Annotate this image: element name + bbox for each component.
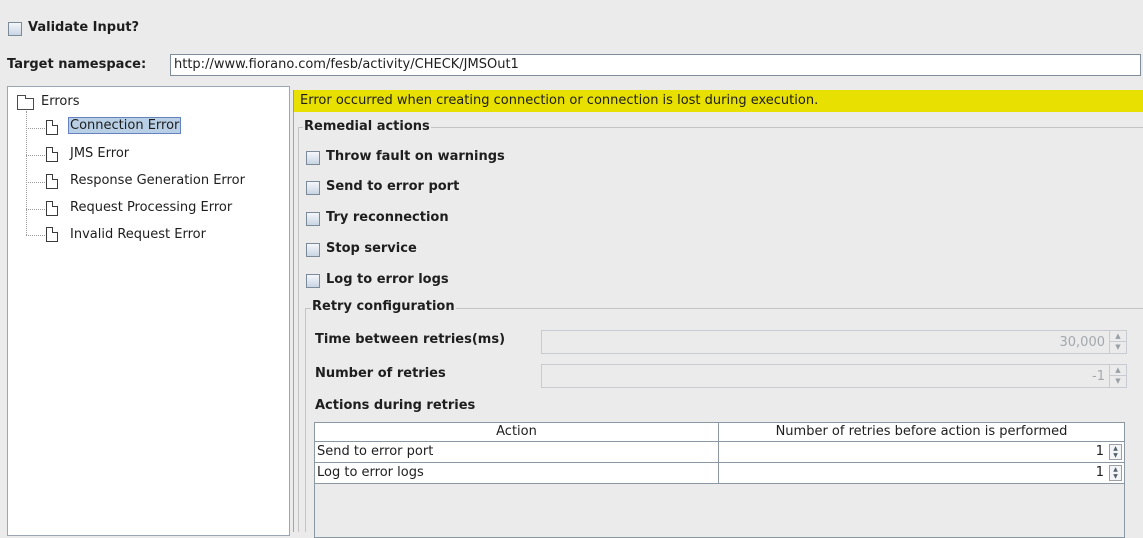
checkbox-icon[interactable] — [306, 181, 320, 195]
time-between-retries-value: 30,000 — [1059, 335, 1106, 350]
spin-down-button[interactable]: ▼ — [1110, 342, 1126, 353]
number-of-retries-spinner[interactable]: -1 ▲ ▼ — [541, 364, 1127, 388]
document-icon — [46, 120, 58, 135]
table-row[interactable]: Send to error port 1 ▲ ▼ — [315, 442, 1124, 463]
spinner-arrows-icon[interactable]: ▲ ▼ — [1109, 331, 1126, 353]
spin-up-button[interactable]: ▲ — [1110, 466, 1121, 473]
try-reconnection-label: Try reconnection — [326, 210, 449, 225]
cell-retries[interactable]: 1 ▲ ▼ — [719, 463, 1124, 484]
error-tree: Errors Connection Error JMS Error Respon… — [7, 86, 290, 536]
checkbox-icon[interactable] — [306, 212, 320, 226]
cell-action[interactable]: Log to error logs — [315, 463, 719, 484]
document-icon — [46, 147, 58, 162]
error-description-banner: Error occurred when creating connection … — [293, 90, 1143, 112]
group-border — [305, 308, 306, 532]
spin-up-button[interactable]: ▲ — [1110, 331, 1126, 342]
tree-connector — [26, 155, 45, 156]
spin-down-button[interactable]: ▼ — [1110, 452, 1121, 459]
number-of-retries-value: -1 — [1092, 369, 1105, 384]
document-icon — [46, 227, 58, 242]
spin-up-button[interactable]: ▲ — [1110, 365, 1126, 376]
actions-during-retries-title: Actions during retries — [315, 398, 476, 413]
checkbox-icon[interactable] — [306, 274, 320, 288]
tree-item-jms-error[interactable]: JMS Error — [68, 145, 131, 162]
cell-retries-value: 1 — [1095, 465, 1104, 480]
column-header-action[interactable]: Action — [315, 423, 719, 442]
cell-action[interactable]: Send to error port — [315, 442, 719, 463]
log-to-error-logs-label: Log to error logs — [326, 272, 449, 287]
tree-item-invalid-request-error[interactable]: Invalid Request Error — [68, 226, 208, 243]
checkbox-icon[interactable] — [306, 151, 320, 165]
tree-connector — [26, 128, 45, 129]
column-header-retries[interactable]: Number of retries before action is perfo… — [719, 423, 1124, 442]
document-icon — [46, 201, 58, 216]
spin-down-button[interactable]: ▼ — [1110, 473, 1121, 480]
time-between-retries-label: Time between retries(ms) — [315, 332, 506, 347]
validate-input-label: Validate Input? — [28, 20, 140, 35]
retry-actions-table: Action Number of retries before action i… — [314, 422, 1125, 538]
send-to-error-port-label: Send to error port — [326, 179, 460, 194]
throw-fault-label: Throw fault on warnings — [326, 149, 505, 164]
tree-connector — [26, 111, 27, 235]
folder-icon — [17, 95, 34, 110]
tree-connector — [26, 209, 45, 210]
tree-item-connection-error[interactable]: Connection Error — [68, 117, 182, 134]
remedial-actions-title: Remedial actions — [303, 119, 431, 134]
group-border — [298, 127, 299, 532]
checkbox-icon[interactable] — [306, 243, 320, 257]
cell-retries[interactable]: 1 ▲ ▼ — [719, 442, 1124, 463]
spin-up-button[interactable]: ▲ — [1110, 445, 1121, 452]
spinner-arrows-icon[interactable]: ▲ ▼ — [1109, 444, 1122, 460]
table-row[interactable]: Log to error logs 1 ▲ ▼ — [315, 463, 1124, 484]
stop-service-label: Stop service — [326, 241, 417, 256]
document-icon — [46, 174, 58, 189]
spinner-arrows-icon[interactable]: ▲ ▼ — [1109, 465, 1122, 481]
tree-connector — [26, 182, 45, 183]
spin-down-button[interactable]: ▼ — [1110, 376, 1126, 387]
cell-retries-value: 1 — [1095, 444, 1104, 459]
number-of-retries-label: Number of retries — [315, 366, 446, 381]
target-namespace-label: Target namespace: — [7, 57, 147, 72]
tree-root-errors[interactable]: Errors — [39, 93, 81, 110]
tree-item-response-generation-error[interactable]: Response Generation Error — [68, 172, 247, 189]
time-between-retries-spinner[interactable]: 30,000 ▲ ▼ — [541, 330, 1127, 354]
tree-connector — [26, 235, 45, 236]
target-namespace-input[interactable]: http://www.fiorano.com/fesb/activity/CHE… — [170, 54, 1141, 76]
spinner-arrows-icon[interactable]: ▲ ▼ — [1109, 365, 1126, 387]
checkbox-icon[interactable] — [8, 22, 22, 36]
tree-item-request-processing-error[interactable]: Request Processing Error — [68, 199, 234, 216]
retry-configuration-title: Retry configuration — [311, 299, 456, 314]
